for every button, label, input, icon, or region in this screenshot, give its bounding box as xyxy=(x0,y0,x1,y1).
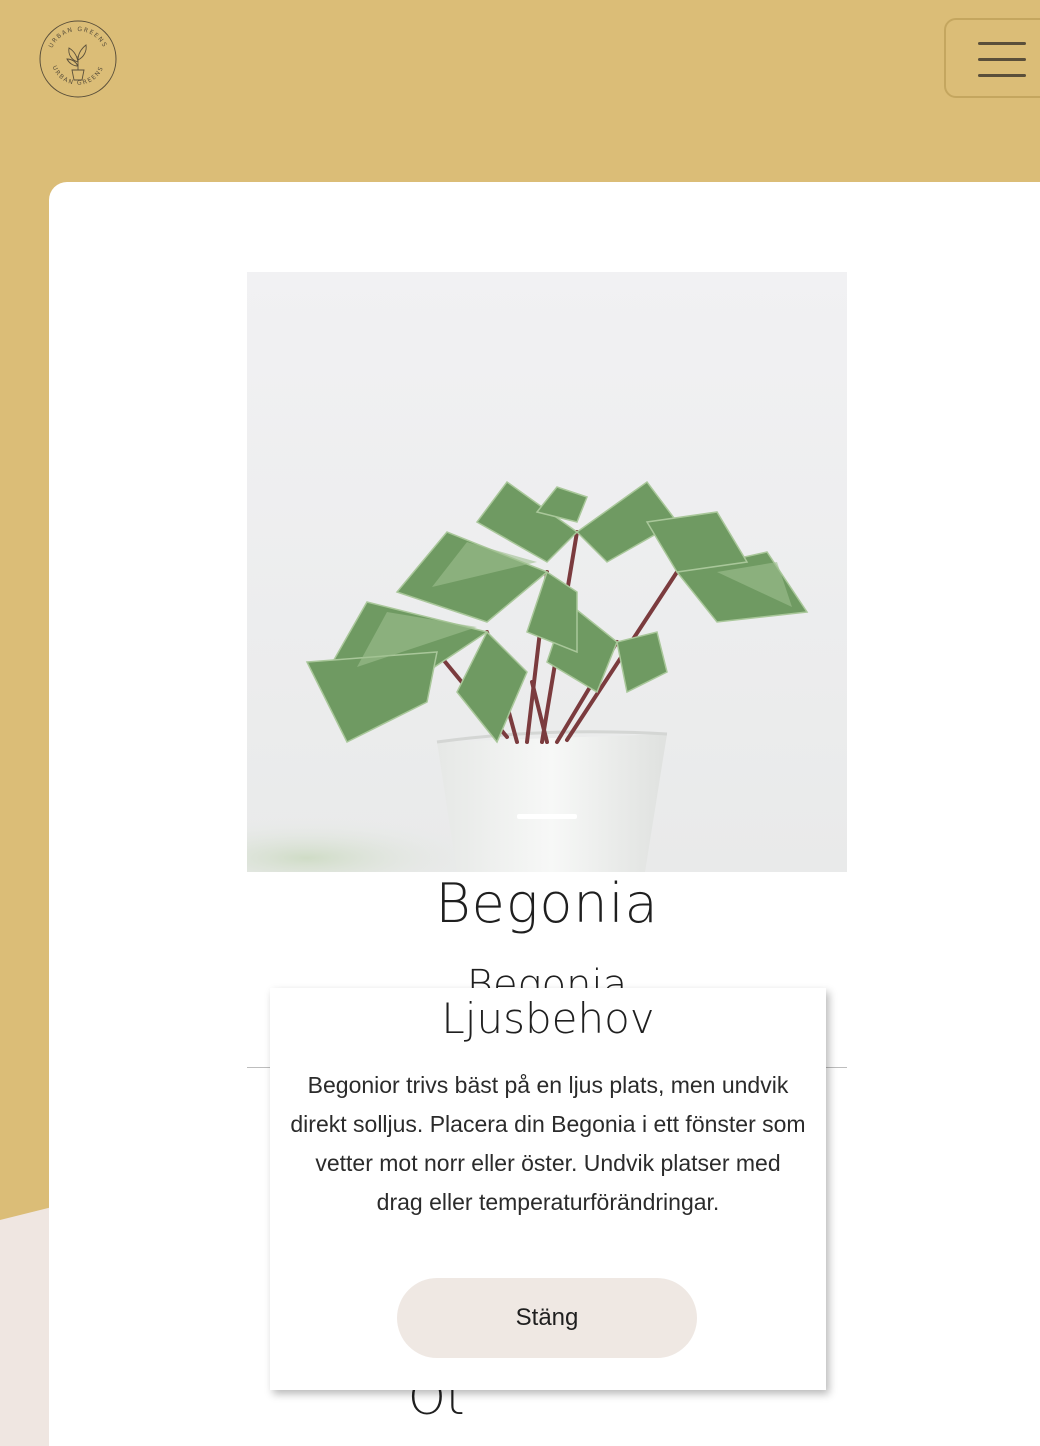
hamburger-menu-button[interactable] xyxy=(944,18,1040,98)
hamburger-menu-icon-bar xyxy=(978,42,1026,45)
modal-title: Ljusbehov xyxy=(441,994,655,1043)
light-requirements-modal: Ljusbehov Begonior trivs bäst på en ljus… xyxy=(270,988,826,1390)
begonia-plant-image xyxy=(247,272,847,872)
carousel-slide-indicator[interactable] xyxy=(517,814,577,819)
modal-body-text: Begonior trivs bäst på en ljus plats, me… xyxy=(290,1072,806,1215)
plant-photo-carousel[interactable] xyxy=(247,272,847,872)
urban-greens-logo[interactable]: URBAN GREENS URBAN GREENS xyxy=(38,20,118,98)
logo-text-top: URBAN GREENS xyxy=(48,26,107,49)
hamburger-menu-icon-bar xyxy=(978,58,1026,61)
hamburger-menu-icon-bar xyxy=(978,74,1026,77)
plant-pot-icon xyxy=(66,44,87,81)
svg-text:URBAN GREENS: URBAN GREENS xyxy=(48,26,109,49)
plant-name-heading: Begonia xyxy=(435,872,659,935)
close-button[interactable]: Stäng xyxy=(397,1278,697,1358)
